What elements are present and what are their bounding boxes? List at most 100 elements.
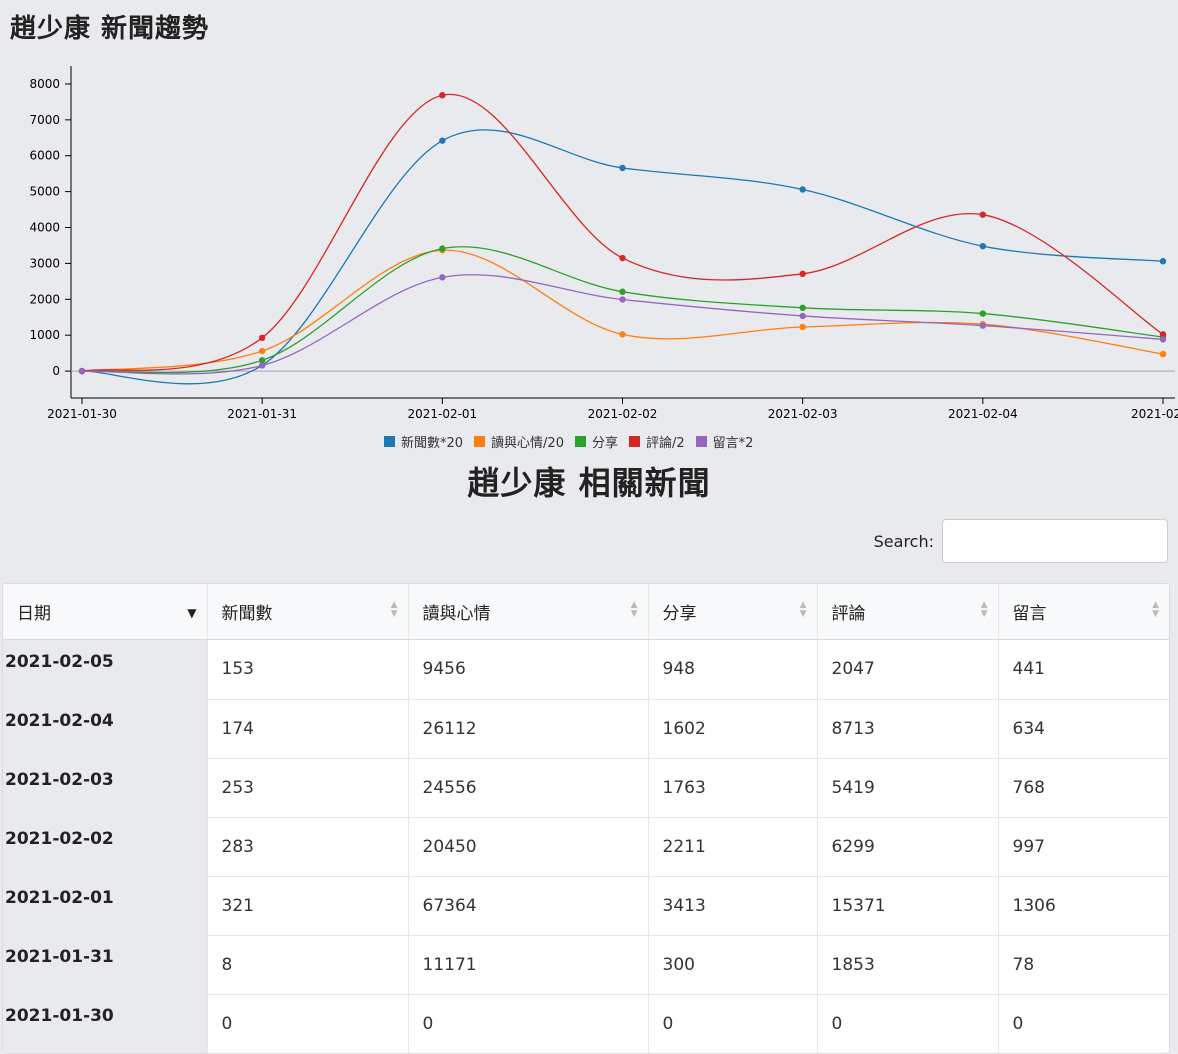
cell-news-count: 283 [206,816,408,876]
cell-date: 2021-02-03 [3,758,207,817]
x-tick-label: 2021-02-02 [588,407,658,421]
cell-reads: 0 [407,993,648,1053]
data-point-series-4 [799,270,806,278]
data-point-series-1 [619,164,626,172]
data-point-series-5 [1159,336,1167,343]
table-row: 2021-01-30 0 0 0 0 0 [3,993,1169,1053]
legend-swatch-series2 [474,436,486,447]
cell-comments: 15371 [816,875,998,935]
table-row: 2021-02-04 174 26112 1602 8713 634 [3,698,1169,758]
data-point-series-1 [979,242,987,250]
legend-label-series1: 新聞數*20 [401,436,464,451]
data-point-series-4 [258,334,266,342]
legend-item-series3[interactable]: 分享 [574,432,618,451]
data-point-series-1 [799,186,806,193]
column-header-shares[interactable]: 分享 ▲ ▼ [647,584,817,640]
x-tick-label: 2021-02-04 [948,407,1018,421]
chart-legend: 新聞數*20 讀與心情/20 分享 評論/2 留言*2 [384,432,753,451]
cell-date: 2021-02-04 [3,699,207,758]
column-header-label: 分享 [662,604,697,624]
data-point-series-2 [258,347,266,355]
legend-item-series1[interactable]: 新聞數*20 [384,432,463,451]
table-title: 趙少康 相關新聞 [467,464,711,502]
x-tick-label: 2021-02 [1131,407,1178,421]
table-row: 2021-02-02 283 20450 2211 6299 997 [3,816,1169,876]
series-line-2 [81,249,1164,372]
legend-label-series5: 留言*2 [712,436,754,451]
x-tick-label: 2021-01-30 [47,407,117,421]
cell-messages: 78 [997,934,1169,994]
cell-comments: 2047 [816,639,998,699]
data-point-series-3 [619,288,626,295]
cell-reads: 26112 [407,698,648,758]
sort-icon: ▲ ▼ [1152,600,1159,619]
cell-messages: 997 [997,816,1169,876]
legend-swatch-series3 [574,436,586,447]
legend-item-series5[interactable]: 留言*2 [695,432,754,451]
data-point-series-3 [979,310,987,317]
search-label: Search: [873,531,934,551]
cell-news-count: 8 [206,934,408,994]
cell-reads: 20450 [407,816,648,876]
table-row: 2021-02-03 253 24556 1763 5419 768 [3,757,1169,817]
cell-date: 2021-02-02 [3,817,207,876]
x-tick-label: 2021-02-03 [768,407,838,421]
legend-swatch-series4 [629,436,640,447]
y-tick-label: 8000 [29,77,60,91]
legend-item-series2[interactable]: 讀與心情/20 [474,432,564,451]
cell-date: 2021-01-30 [3,994,207,1053]
column-header-messages[interactable]: 留言 ▲ ▼ [997,584,1169,640]
news-table: 日期 ▼ 新聞數 ▲ ▼ 讀與心情 ▲ ▼ 分享 ▲ ▼ 評論 ▲ ▼ 留言 ▲ ▼ 2021-02-… [3,584,1169,1053]
column-header-date[interactable]: 日期 ▼ [3,584,207,640]
data-point-series-3 [439,245,446,252]
news-table-container: 日期 ▼ 新聞數 ▲ ▼ 讀與心情 ▲ ▼ 分享 ▲ ▼ 評論 ▲ ▼ 留言 ▲ ▼ 2021-02-… [2,583,1170,1054]
data-point-series-4 [619,254,626,262]
cell-date: 2021-02-05 [3,639,207,699]
data-point-series-2 [619,331,626,338]
cell-news-count: 253 [206,757,408,817]
data-point-series-2 [1159,350,1167,358]
cell-comments: 1853 [816,934,998,994]
cell-reads: 9456 [407,639,648,699]
cell-news-count: 153 [206,639,408,699]
legend-item-series4[interactable]: 評論/2 [629,432,685,451]
data-point-series-1 [1159,258,1167,265]
sort-desc-icon: ▼ [187,606,197,620]
cell-shares: 2211 [647,816,817,876]
data-point-series-5 [799,312,806,320]
sort-icon: ▲ ▼ [630,600,638,619]
column-header-label: 留言 [1012,604,1047,624]
column-header-label: 日期 [17,604,51,624]
cell-news-count: 174 [206,698,408,758]
cell-messages: 1306 [997,875,1169,935]
search-area: Search: [874,519,1168,563]
legend-swatch-series5 [695,436,707,447]
data-point-series-4 [439,92,446,99]
search-input[interactable] [942,519,1168,563]
series-line-3 [81,246,1164,374]
sort-icon: ▲ ▼ [799,600,807,619]
cell-news-count: 321 [206,875,408,935]
sort-icon: ▲ ▼ [390,600,398,619]
column-header-reads[interactable]: 讀與心情 ▲ ▼ [407,584,648,640]
cell-shares: 0 [647,993,817,1053]
column-header-label: 評論 [831,604,866,624]
cell-shares: 3413 [647,875,817,935]
column-header-news-count[interactable]: 新聞數 ▲ ▼ [206,584,408,640]
x-tick-label: 2021-01-31 [227,407,297,421]
cell-messages: 441 [997,639,1169,699]
y-tick-label: 4000 [29,221,60,235]
data-point-series-5 [979,322,987,329]
data-point-series-1 [439,137,446,144]
x-tick-label: 2021-02-01 [407,407,477,421]
table-row: 2021-01-31 8 11171 300 1853 78 [3,934,1169,994]
data-point-series-5 [258,362,266,369]
table-header-row: 日期 ▼ 新聞數 ▲ ▼ 讀與心情 ▲ ▼ 分享 ▲ ▼ 評論 ▲ ▼ 留言 ▲ ▼ [3,584,1169,640]
column-header-label: 新聞數 [221,604,273,624]
y-tick-label: 3000 [29,256,60,270]
legend-label-series2: 讀與心情/20 [491,436,564,451]
data-point-series-2 [799,323,806,331]
cell-reads: 24556 [407,757,648,817]
cell-comments: 6299 [816,816,998,876]
column-header-comments[interactable]: 評論 ▲ ▼ [816,584,998,640]
